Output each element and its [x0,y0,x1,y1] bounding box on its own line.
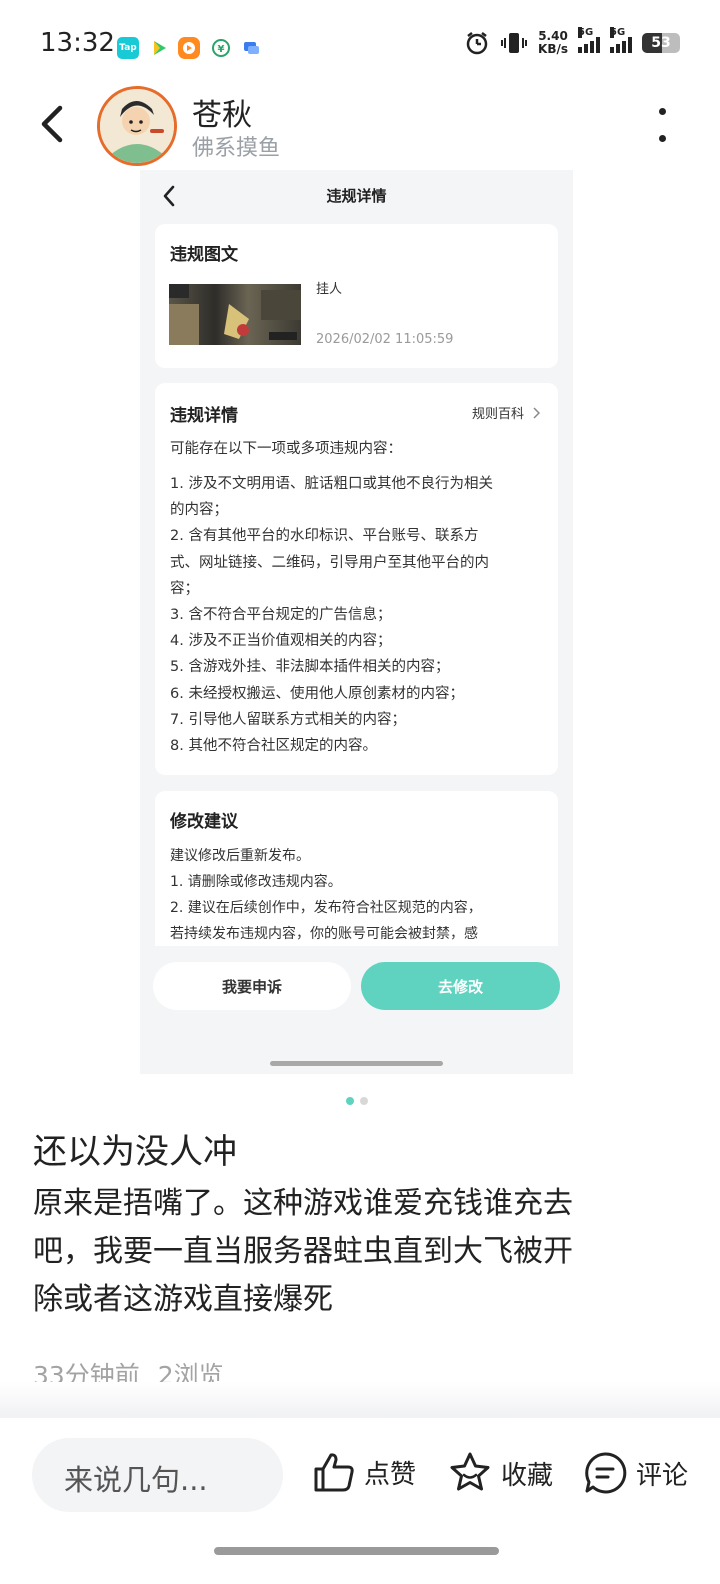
detail-line: 8. 其他不符合社区规定的内容。 [170,738,377,755]
vibrate-icon [501,33,528,53]
network-speed: 5.40 KB/s [538,29,568,56]
signal-strength-1-icon: 5G [578,27,600,53]
star-icon [450,1452,490,1491]
battery-level: 53 [651,35,671,51]
more-dot-icon [658,108,666,115]
signal-strength-2-icon: 5G [610,27,632,53]
status-indicators: 5.40 KB/s 5G 5G 53 [464,27,680,56]
card-heading: 违规详情 [170,406,238,426]
coin-app-icon: ¥ [210,37,232,59]
post-title: 还以为没人冲 [33,1132,237,1172]
taptap-app-icon: Tap [117,37,139,59]
thumbs-up-icon [314,1453,354,1492]
more-dot-icon [658,135,666,142]
back-button[interactable] [34,100,74,148]
detail-line: 5. 含游戏外挂、非法脚本插件相关的内容； [170,659,450,676]
detail-list: 1. 涉及不文明用语、脏话粗口或其他不良行为相关 的内容； 2. 含有其他平台的… [170,471,546,759]
favorite-button[interactable]: 收藏 [447,1450,553,1496]
message-app-icon [240,37,262,59]
suggestion-line: 若持续发布违规内容，你的账号可能会被封禁，感 [170,926,478,942]
bottom-divider [0,1382,720,1418]
card-heading: 修改建议 [170,812,238,832]
post-image[interactable]: 违规详情 违规图文 挂人 2026/02/02 11:05:59 违规详情 规则… [140,170,573,1074]
suggestion-line: 1. 请删除或修改违规内容。 [170,874,342,890]
shot-title: 违规详情 [326,187,387,205]
detail-line: 3. 含不符合平台规定的广告信息； [170,607,392,624]
comment-icon [585,1452,627,1494]
avatar[interactable] [97,86,177,166]
post-text: 挂人 [316,282,343,297]
suggestion-line: 2. 建议在后续创作中，发布符合社区规范的内容， [170,900,482,916]
shot-home-indicator [270,1061,443,1066]
like-button[interactable]: 点赞 [312,1450,416,1494]
card-heading: 违规图文 [170,245,238,265]
post-body-line: 除或者这游戏直接爆死 [33,1282,333,1317]
video-app-icon [148,37,170,59]
comment-placeholder: 来说几句... [64,1463,208,1497]
post-body-line: 吧，我要一直当服务器蛀虫直到大飞被开 [33,1234,573,1269]
post-timestamp: 2026/02/02 11:05:59 [316,332,454,347]
comment-label: 评论 [636,1460,689,1491]
like-label: 点赞 [364,1459,417,1490]
rules-wiki-link[interactable]: 规则百科 [472,403,540,422]
chevron-right-icon [533,406,540,419]
detail-line: 的内容； [170,502,228,519]
pager-dot-active[interactable] [346,1097,354,1105]
suggestion-list: 建议修改后重新发布。 1. 请删除或修改违规内容。 2. 建议在后续创作中，发布… [170,843,546,947]
comment-input[interactable]: 来说几句... [32,1438,283,1512]
user-signature: 佛系摸鱼 [192,136,281,161]
more-options-button[interactable] [650,108,674,142]
detail-line: 4. 涉及不正当价值观相关的内容； [170,633,392,650]
detail-line: 6. 未经授权搬运、使用他人原创素材的内容； [170,685,464,702]
user-name[interactable]: 苍秋 [192,90,252,134]
violation-post-card: 违规图文 挂人 2026/02/02 11:05:59 [155,224,558,368]
detail-line: 7. 引导他人留联系方式相关的内容； [170,711,406,728]
edit-button: 去修改 [361,962,560,1010]
status-time: 13:32 [40,28,115,58]
favorite-label: 收藏 [501,1460,554,1491]
chevron-left-icon [41,105,63,143]
svg-text:¥: ¥ [218,44,225,55]
home-indicator[interactable] [214,1547,499,1555]
detail-intro: 可能存在以下一项或多项违规内容： [170,441,402,457]
pager-dot[interactable] [360,1097,368,1105]
comment-button[interactable]: 评论 [582,1450,688,1496]
alarm-icon [466,32,488,55]
detail-line: 容； [170,580,199,597]
violation-detail-card: 违规详情 规则百科 可能存在以下一项或多项违规内容： 1. 涉及不文明用语、脏话… [155,383,558,775]
detail-line: 2. 含有其他平台的水印标识、平台账号、联系方 [170,528,479,545]
suggestion-line: 建议修改后重新发布。 [170,848,310,864]
detail-line: 1. 涉及不文明用语、脏话粗口或其他不良行为相关 [170,476,493,492]
post-body-line: 原来是捂嘴了。这种游戏谁爱充钱谁充去 [33,1186,573,1221]
post-thumbnail [169,284,301,345]
appeal-button: 我要申诉 [153,962,351,1010]
detail-line: 式、网址链接、二维码，引导用户至其他平台的内 [170,554,489,571]
media-app-icon [178,37,200,59]
battery-icon: 53 [642,33,680,53]
post-body: 原来是捂嘴了。这种游戏谁爱充钱谁充去 吧，我要一直当服务器蛀虫直到大飞被开 除或… [33,1180,683,1324]
suggestion-card: 修改建议 建议修改后重新发布。 1. 请删除或修改违规内容。 2. 建议在后续创… [155,791,558,971]
